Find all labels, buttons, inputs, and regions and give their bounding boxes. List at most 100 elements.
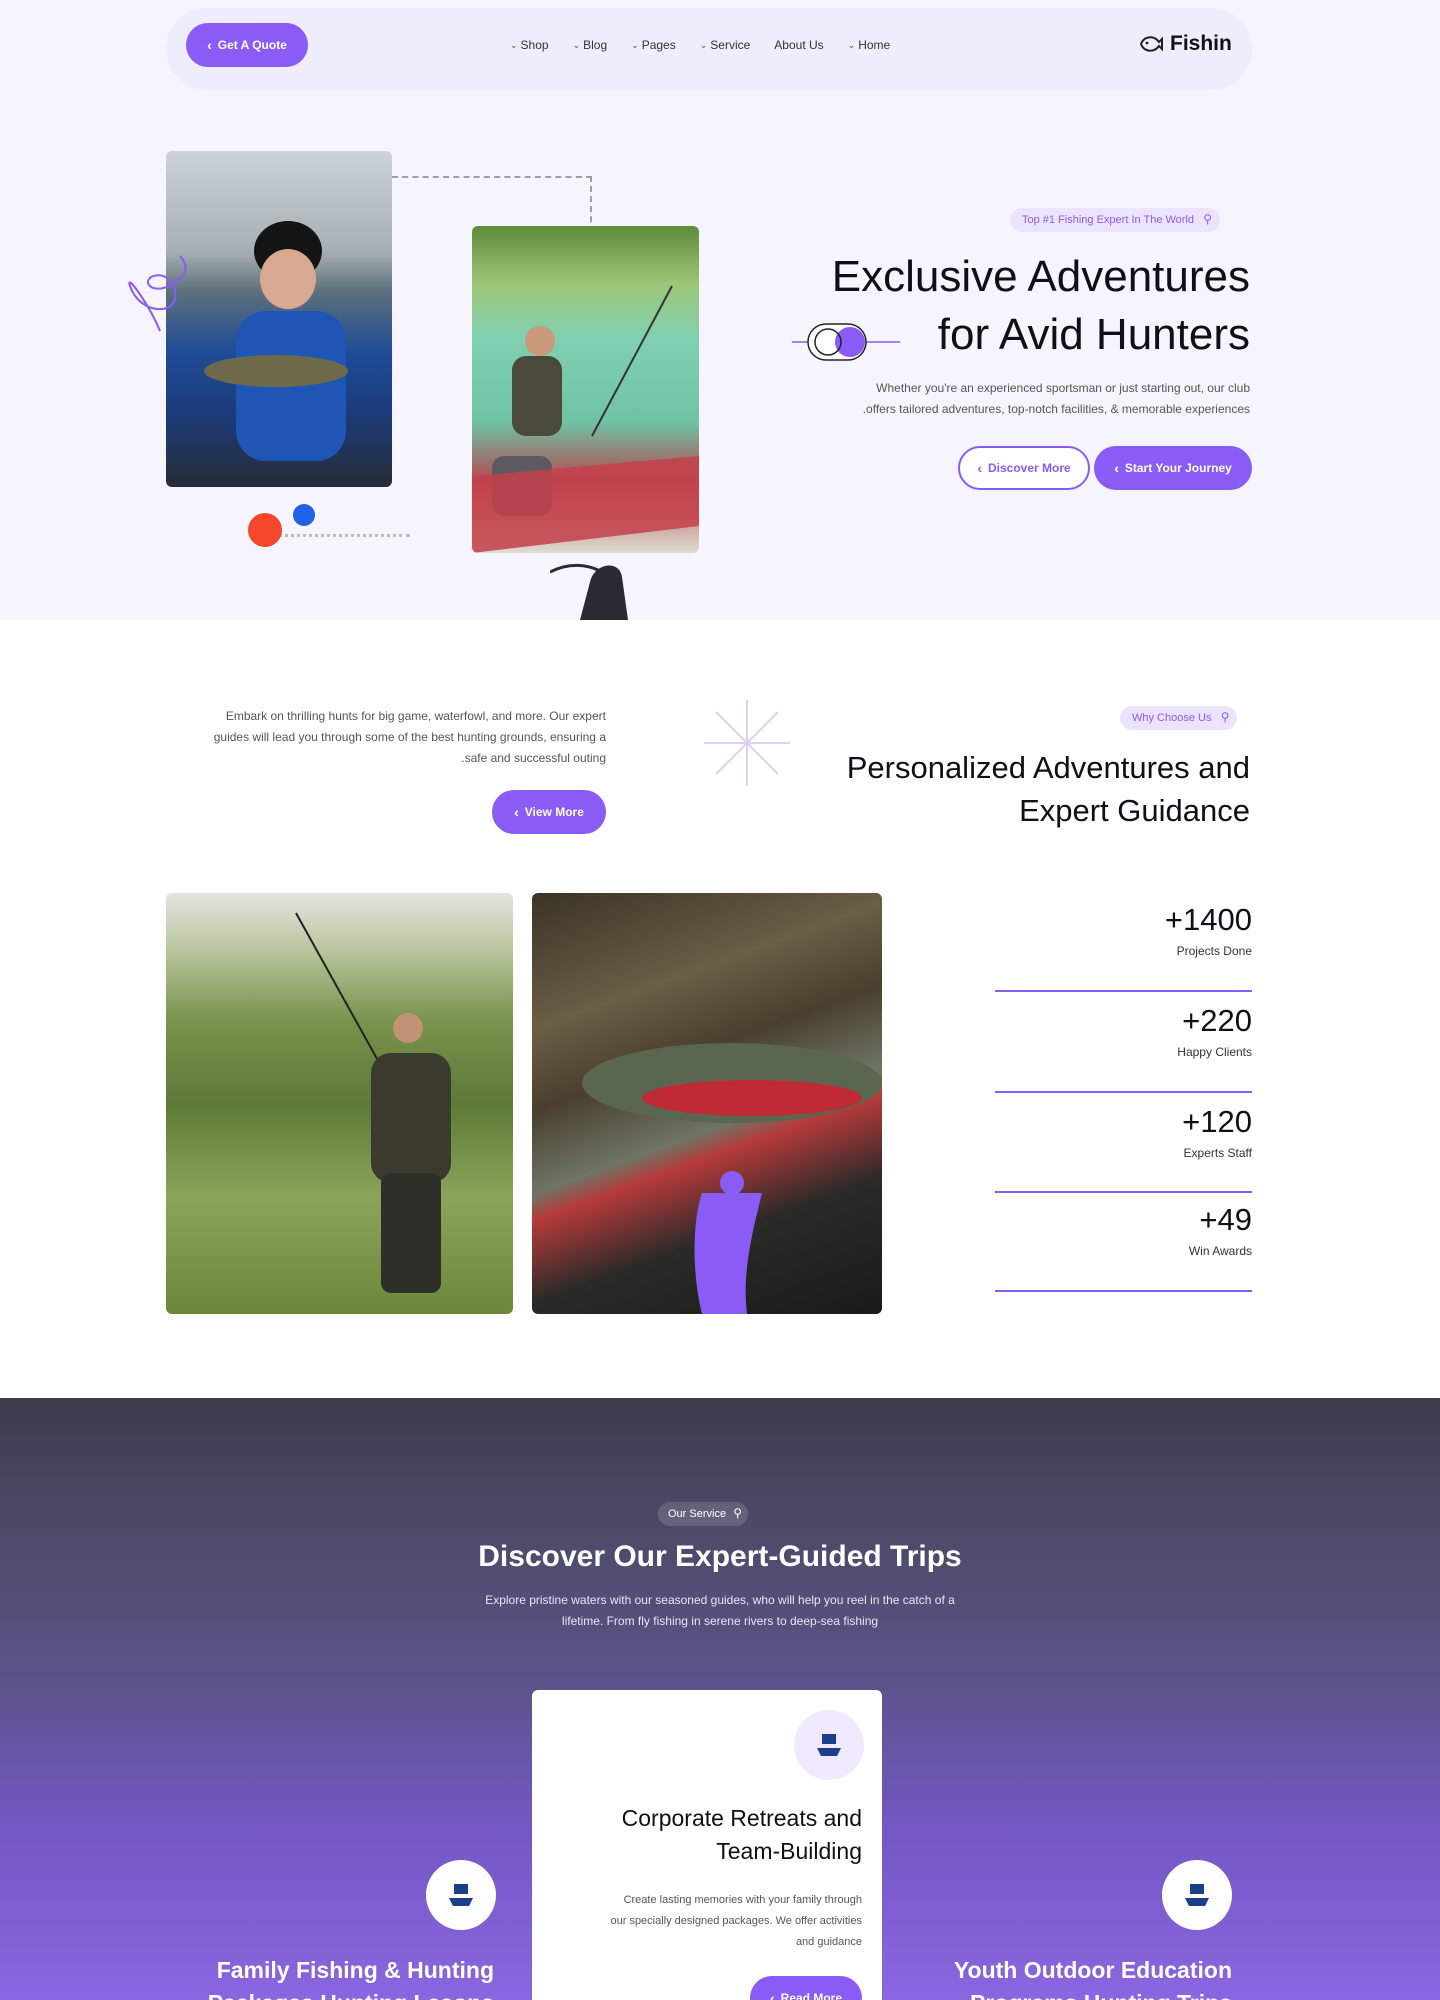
start-your-journey-button[interactable]: ‹ Start Your Journey [1094, 446, 1252, 490]
menu-item-pages[interactable]: ⌄ Pages [631, 38, 676, 52]
chevron-left-icon: ‹ [769, 1990, 775, 2000]
about-photo-angler-in-field [166, 893, 513, 1314]
stat-projects-done: +1400 Projects Done [995, 902, 1252, 992]
service-icon-family-fishing [426, 1860, 496, 1930]
stat-label: Experts Staff [1183, 1146, 1252, 1160]
angler-illustration [295, 912, 451, 1293]
service-card-description-line: our specially designed packages. We offe… [610, 1915, 862, 1927]
decorative-red-dot [248, 513, 282, 547]
hero-title-line: Exclusive Adventures [831, 252, 1250, 301]
get-a-quote-button[interactable]: ‹ Get A Quote [186, 23, 308, 67]
boat-icon [817, 1734, 841, 1756]
stat-divider [995, 1191, 1252, 1193]
menu-item-blog[interactable]: ⌄ Blog [573, 38, 608, 52]
fish-logo-icon [1139, 36, 1163, 52]
fishing-hook-icon: ⚲ [1220, 710, 1230, 724]
stat-divider [995, 1091, 1252, 1093]
menu-item-service[interactable]: ⌄ Service [700, 38, 751, 52]
services-description: Explore pristine waters with our seasone… [420, 1590, 1020, 1632]
hero-badge-text: Top #1 Fishing Expert In The World [1022, 214, 1195, 226]
stat-value: +1400 [1164, 902, 1252, 937]
about-title-line: Expert Guidance [1019, 793, 1250, 828]
menu-item-label: Shop [520, 38, 549, 52]
trout-illustration [582, 1043, 882, 1314]
service-card-title-line: Team-Building [716, 1838, 862, 1864]
service-card-description: Create lasting memories with your family… [552, 1890, 862, 1953]
chevron-left-icon: ‹ [514, 804, 519, 820]
service-title-line: Programs Hunting Trips [872, 1987, 1232, 2000]
about-photo-trout-catch [532, 893, 882, 1314]
stat-divider [995, 990, 1252, 992]
service-title-family-fishing[interactable]: Family Fishing & Hunting Packages Huntin… [134, 1954, 494, 2000]
hero-description-line: .offers tailored adventures, top-notch f… [862, 402, 1250, 416]
hero-badge: Top #1 Fishing Expert In The World ⚲ [1010, 208, 1221, 232]
caret-down-icon: ⌄ [631, 39, 639, 50]
menu-item-home[interactable]: ⌄ Home [848, 38, 891, 52]
service-card-description-line: and guidance [795, 1936, 862, 1948]
menu-item-shop[interactable]: ⌄ Shop [510, 38, 549, 52]
discover-more-label: Discover More [987, 461, 1071, 475]
brand-name: Fishin [1170, 32, 1232, 55]
about-text-line: .safe and successful outing [461, 751, 606, 765]
hero-photo-fishing-boat [472, 226, 699, 553]
service-icon-youth-education [1162, 1860, 1232, 1930]
discover-more-button[interactable]: ‹ Discover More [958, 446, 1090, 490]
why-choose-us-text: Why Choose Us [1132, 712, 1212, 724]
read-more-label: Read More [780, 1991, 843, 2000]
get-a-quote-label: Get A Quote [217, 38, 287, 52]
view-more-button[interactable]: ‹ View More [492, 790, 606, 834]
stat-win-awards: +49 Win Awards [995, 1202, 1252, 1292]
caret-down-icon: ⌄ [510, 39, 518, 50]
fishing-hook-icon: ⚲ [733, 1506, 743, 1520]
menu-item-label: Home [858, 38, 891, 52]
stat-value: +120 [1182, 1104, 1252, 1139]
squiggle-decoration [128, 255, 187, 332]
menu-item-label: Blog [583, 38, 608, 52]
service-title-youth-education[interactable]: Youth Outdoor Education Programs Hunting… [872, 1954, 1232, 2000]
chevron-left-icon: ‹ [207, 37, 212, 53]
decorative-dotted-line [260, 534, 410, 537]
stat-label: Happy Clients [1177, 1045, 1252, 1059]
view-more-label: View More [524, 805, 584, 819]
stat-divider [995, 1290, 1252, 1292]
why-choose-us-badge: Why Choose Us ⚲ [1120, 706, 1238, 730]
service-card-description-line: Create lasting memories with your family… [623, 1894, 862, 1906]
menu-item-label: About Us [774, 38, 824, 52]
service-title-line: Youth Outdoor Education [953, 1957, 1232, 1983]
hunter-silhouette [550, 564, 628, 620]
hero-description: Whether you're an experienced sportsman … [810, 378, 1250, 420]
service-card-title: Corporate Retreats and Team-Building [562, 1802, 862, 1868]
caret-down-icon: ⌄ [847, 39, 856, 50]
menu-item-label: Pages [641, 38, 676, 52]
hero-description-line: Whether you're an experienced sportsman … [876, 381, 1250, 395]
stat-happy-clients: +220 Happy Clients [995, 1003, 1252, 1093]
read-more-button[interactable]: ‹ Read More [750, 1976, 862, 2000]
service-title-line: Family Fishing & Hunting [216, 1957, 494, 1983]
about-text-line: Embark on thrilling hunts for big game, … [225, 709, 606, 723]
stat-value: +220 [1182, 1003, 1252, 1038]
stat-label: Projects Done [1176, 944, 1252, 958]
stat-value: +49 [1199, 1202, 1252, 1237]
stat-label: Win Awards [1188, 1244, 1252, 1258]
start-your-journey-label: Start Your Journey [1124, 461, 1232, 475]
services-title: Discover Our Expert-Guided Trips [478, 1540, 962, 1573]
service-card-icon [794, 1710, 864, 1780]
about-text-line: guides will lead you through some of the… [213, 730, 606, 744]
boat-icon [449, 1884, 473, 1906]
about-text: Embark on thrilling hunts for big game, … [166, 706, 606, 769]
chevron-left-icon: ‹ [1114, 460, 1119, 476]
boat-scene-illustration [472, 285, 699, 553]
service-title-line: Packages Hunting Lesons [134, 1987, 494, 2000]
boat-icon [1185, 1884, 1209, 1906]
brand-logo[interactable]: Fishin [1138, 32, 1232, 56]
menu-item-label: Service [710, 38, 751, 52]
caret-down-icon: ⌄ [699, 39, 708, 50]
fishing-hook-icon: ⚲ [1203, 212, 1213, 226]
about-title: Personalized Adventures and Expert Guida… [770, 746, 1250, 832]
our-service-badge: Our Service ⚲ [658, 1502, 749, 1526]
services-description-line: Explore pristine waters with our seasone… [485, 1593, 955, 1607]
our-service-text: Our Service [668, 1508, 727, 1520]
about-title-line: Personalized Adventures and [846, 750, 1250, 785]
menu-item-about-us[interactable]: About Us [774, 38, 823, 52]
service-card-title-line: Corporate Retreats and [621, 1805, 862, 1831]
